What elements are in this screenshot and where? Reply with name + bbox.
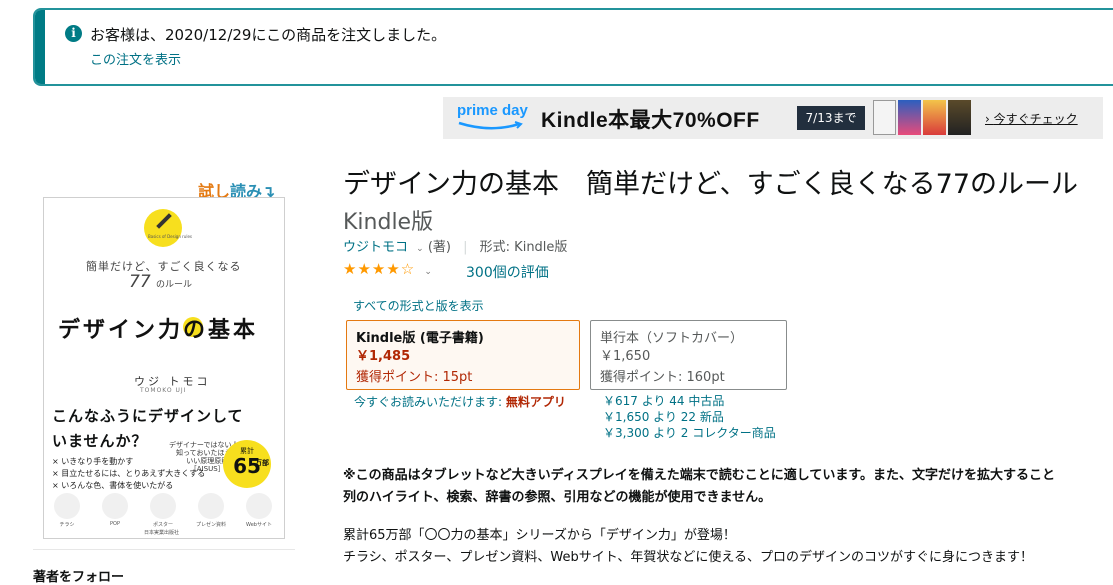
cover-sales-badge: 累計 65 万部 — [223, 440, 271, 488]
info-icon: i — [65, 25, 82, 42]
cover-flyer-icon: チラシ — [52, 493, 82, 528]
read-now-text: 今すぐお読みいただけます: — [354, 395, 506, 409]
follow-author-heading: 著者をフォロー — [33, 570, 125, 585]
prime-day-banner[interactable]: prime day Kindle本最大70%OFF 7/13まで › 今すぐチェ… — [443, 97, 1103, 139]
banner-cta-label: 今すぐチェック — [993, 112, 1078, 126]
device-notice-line2: 列のハイライト、検索、辞書の参照、引用などの機能が使用できません。 — [343, 490, 772, 505]
banner-headline: Kindle本最大70%OFF — [541, 109, 760, 132]
cover-title: デザイン力の基本 — [58, 318, 259, 343]
cover-question-line2: いませんか？ — [52, 432, 148, 450]
banner-cover-thumb — [948, 100, 971, 135]
cover-icon-row: チラシ POP ポスター プレゼン資料 Webサイト — [52, 493, 282, 533]
swatch-points: 獲得ポイント: 15pt — [356, 370, 473, 385]
format-swatch-kindle[interactable]: Kindle版 (電子書籍) ￥1,485 獲得ポイント: 15pt — [346, 320, 580, 390]
cover-question-line1: こんなふうにデザインして — [52, 407, 244, 425]
cover-poster-icon: ポスター — [148, 493, 178, 528]
banner-date-badge: 7/13まで — [797, 106, 865, 130]
product-title: デザイン力の基本 簡単だけど、すごく良くなる77のルール — [343, 169, 1079, 200]
device-notice: ※この商品はタブレットなど大きいディスプレイを備えた端末で読むことに適しています… — [343, 465, 1055, 509]
format-label: 形式: Kindle版 — [479, 240, 568, 255]
chevron-down-icon[interactable]: ⌄ — [424, 267, 432, 277]
cover-badge-text: Basics of Design rules — [148, 234, 192, 239]
divider — [33, 549, 295, 550]
offer-collectible-link[interactable]: ￥3,300 より 2 コレクター商品 — [603, 425, 776, 441]
view-order-link[interactable]: この注文を表示 — [90, 49, 181, 68]
cover-rule-count: 77 のルール — [129, 272, 192, 292]
cover-website-icon: Webサイト — [244, 493, 274, 528]
device-notice-line1: ※この商品はタブレットなど大きいディスプレイを備えた端末で読むことに適しています… — [343, 468, 1056, 483]
order-notice-message: お客様は、2020/12/29にこの商品を注文しました。 — [90, 26, 447, 44]
cover-presentation-icon: プレゼン資料 — [196, 493, 226, 528]
book-cover-image[interactable]: Basics of Design rules 簡単だけど、すごく良くなる 77 … — [43, 197, 285, 539]
offer-used-link[interactable]: ￥617 より 44 中古品 — [603, 393, 776, 409]
product-description: 累計65万部「〇〇力の基本」シリーズから「デザイン力」が登場！ チラシ、ポスター… — [343, 525, 1033, 569]
cover-list-text: いきなり手を動かす — [61, 457, 134, 466]
byline: ウジトモコ ⌄ (著) | 形式: Kindle版 — [343, 236, 567, 255]
cover-icon-label: Webサイト — [246, 522, 272, 528]
cover-number-suffix: のルール — [156, 280, 193, 290]
star-icons: ★★★★☆ — [343, 260, 416, 278]
cover-pop-icon: POP — [100, 493, 130, 527]
cover-list-text: 目立たせるには、とりあえず大きくする — [61, 469, 206, 478]
swatch-name: Kindle版 (電子書籍) — [356, 331, 484, 346]
format-swatch-paperback[interactable]: 単行本（ソフトカバー） ￥1,650 獲得ポイント: 160pt — [590, 320, 787, 390]
cover-badge-circle — [144, 209, 182, 247]
swatch-name: 単行本（ソフトカバー） — [600, 331, 744, 346]
prime-smile-icon — [458, 121, 523, 130]
cover-number: 77 — [129, 272, 151, 292]
swatch-price: ￥1,650 — [600, 349, 651, 364]
cover-list-item: × 目立たせるには、とりあえず大きくする — [52, 469, 206, 478]
all-formats-link[interactable]: すべての形式と版を表示 — [353, 297, 484, 314]
banner-cover-thumb — [923, 100, 946, 135]
badge-suffix: 万部 — [255, 459, 269, 467]
cover-author-en: TOMOKO UJI — [140, 387, 187, 394]
star-rating[interactable]: ★★★★☆ ⌄ — [343, 259, 432, 278]
cover-list-text: いろんな色、書体を使いたがる — [61, 481, 174, 490]
order-notice: i お客様は、2020/12/29にこの商品を注文しました。 この注文を表示 — [33, 8, 1113, 86]
other-offers: ￥617 より 44 中古品 ￥1,650 より 22 新品 ￥3,300 より… — [603, 393, 776, 441]
separator: | — [463, 240, 468, 255]
cover-list-item: × いきなり手を動かす — [52, 457, 134, 466]
swatch-price: ￥1,485 — [356, 349, 411, 364]
prime-day-logo: prime day — [457, 102, 528, 119]
cover-publisher: 日本実業出版社 — [144, 530, 180, 536]
cover-icon-label: プレゼン資料 — [196, 522, 227, 528]
description-line1: 累計65万部「〇〇力の基本」シリーズから「デザイン力」が登場！ — [343, 528, 736, 543]
author-role: (著) — [427, 240, 451, 255]
free-app-label: 無料アプリ — [505, 395, 566, 409]
product-format: Kindle版 — [343, 210, 434, 235]
author-link[interactable]: ウジトモコ — [343, 240, 408, 255]
cover-icon-label: チラシ — [59, 522, 75, 528]
banner-cover-thumb — [898, 100, 921, 135]
offer-new-link[interactable]: ￥1,650 より 22 新品 — [603, 409, 776, 425]
cover-list-item: × いろんな色、書体を使いたがる — [52, 481, 174, 490]
swatch-points: 獲得ポイント: 160pt — [600, 370, 725, 385]
banner-cta-link[interactable]: › 今すぐチェック — [985, 110, 1078, 127]
rating-count-link[interactable]: 300個の評価 — [466, 262, 549, 282]
description-line2: チラシ、ポスター、プレゼン資料、Webサイト、年賀状などに使える、プロのデザイン… — [343, 550, 1034, 565]
read-now-link[interactable]: 今すぐお読みいただけます: 無料アプリ — [354, 393, 566, 410]
cover-icon-label: ポスター — [152, 522, 173, 528]
cover-icon-label: POP — [110, 521, 120, 527]
chevron-down-icon[interactable]: ⌄ — [416, 244, 424, 254]
banner-cover-thumb — [873, 100, 896, 135]
cover-list: × いきなり手を動かす × 目立たせるには、とりあえず大きくする × いろんな色… — [52, 456, 205, 492]
